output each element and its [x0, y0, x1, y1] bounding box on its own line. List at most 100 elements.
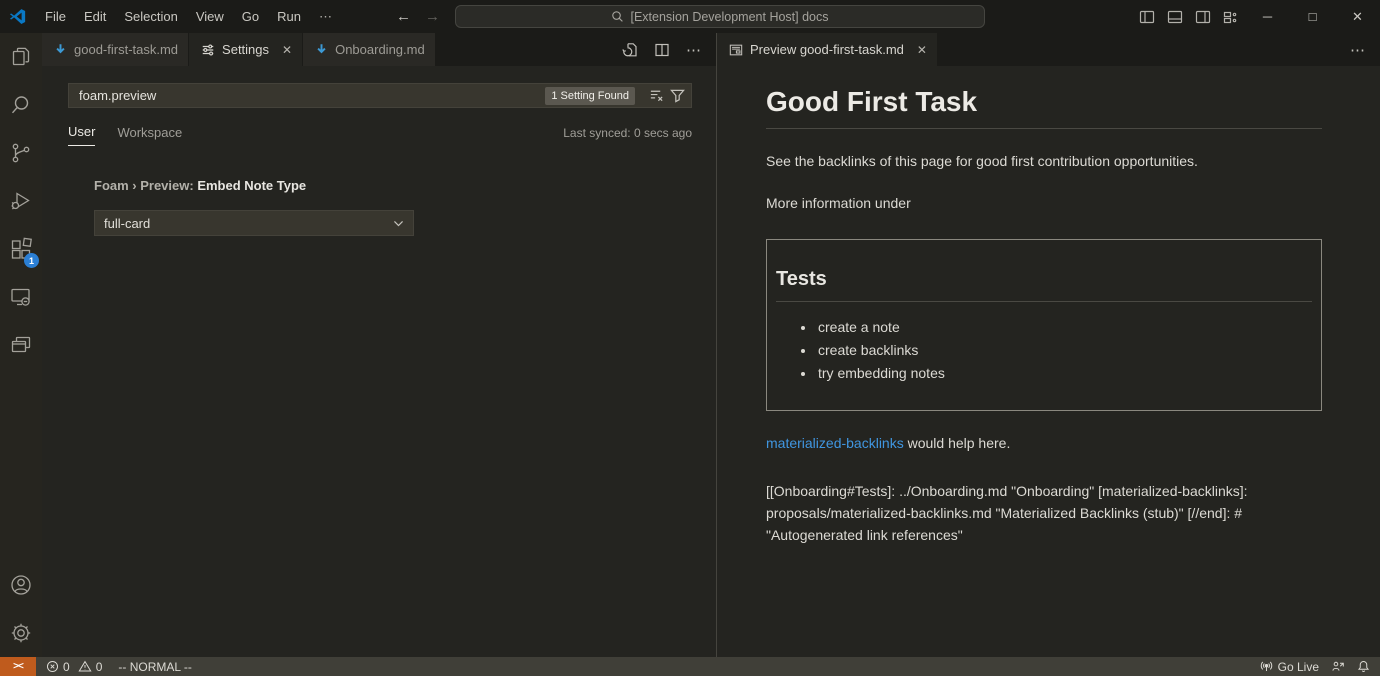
- tab-good-first-task[interactable]: good-first-task.md: [42, 33, 189, 66]
- broadcast-icon: [1260, 660, 1273, 673]
- embedded-note-card: Tests create a note create backlinks try…: [766, 239, 1322, 411]
- more-info-paragraph: More information under: [766, 193, 1322, 213]
- vscode-logo-icon: [9, 8, 26, 25]
- link-references-paragraph: [[Onboarding#Tests]: ../Onboarding.md "O…: [766, 480, 1322, 547]
- workbench: 1 good-first-task.md: [0, 33, 1380, 657]
- list-item: try embedding notes: [816, 362, 1312, 385]
- activity-bar: 1: [0, 33, 42, 657]
- activity-bar-spacer: [0, 369, 42, 561]
- menu-more-icon[interactable]: ⋯: [310, 9, 342, 25]
- editor-actions-left: ⋯: [622, 33, 716, 66]
- toggle-panel-icon[interactable]: [1161, 0, 1189, 33]
- title-divider: [766, 128, 1322, 129]
- editor-actions-right: ⋯: [1350, 33, 1380, 66]
- settings-gear-icon[interactable]: [0, 609, 42, 657]
- remote-indicator[interactable]: ><: [0, 657, 36, 676]
- notifications-bell-icon[interactable]: [1357, 660, 1370, 673]
- live-share-icon[interactable]: [1331, 660, 1345, 673]
- menu-file[interactable]: File: [36, 9, 75, 24]
- command-center-label: [Extension Development Host] docs: [630, 10, 828, 24]
- setting-category: Foam › Preview:: [94, 178, 197, 193]
- settings-scope-row: User Workspace Last synced: 0 secs ago: [68, 124, 692, 146]
- markdown-preview: Good First Task See the backlinks of thi…: [717, 66, 1380, 547]
- go-live-label: Go Live: [1278, 660, 1319, 674]
- setting-name: Embed Note Type: [197, 178, 306, 193]
- tab-label: Settings: [222, 42, 269, 57]
- remote-explorer-icon[interactable]: [0, 273, 42, 321]
- command-center-search[interactable]: [Extension Development Host] docs: [455, 5, 985, 28]
- open-settings-json-icon[interactable]: [622, 42, 638, 58]
- tab-label: good-first-task.md: [74, 42, 178, 57]
- search-icon: [611, 10, 624, 23]
- maximize-window-icon[interactable]: □: [1290, 0, 1335, 33]
- minimize-window-icon[interactable]: ─: [1245, 0, 1290, 33]
- menu-run[interactable]: Run: [268, 9, 310, 24]
- backlink-paragraph: materialized-backlinks would help here.: [766, 433, 1322, 453]
- markdown-file-icon: [54, 43, 67, 56]
- menu-go[interactable]: Go: [233, 9, 268, 24]
- list-item: create backlinks: [816, 339, 1312, 362]
- setting-item-embed-note-type: Foam › Preview: Embed Note Type full-car…: [94, 178, 692, 236]
- toggle-sidebar-icon[interactable]: [1133, 0, 1161, 33]
- last-synced-label: Last synced: 0 secs ago: [563, 126, 692, 146]
- menu-view[interactable]: View: [187, 9, 233, 24]
- extensions-badge: 1: [24, 253, 39, 268]
- backlink-suffix: would help here.: [904, 435, 1011, 451]
- intro-paragraph: See the backlinks of this page for good …: [766, 151, 1322, 171]
- preview-title: Good First Task: [766, 85, 1322, 119]
- settings-search-input[interactable]: [77, 87, 545, 104]
- source-control-icon[interactable]: [0, 129, 42, 177]
- error-count: 0: [63, 660, 70, 674]
- filter-settings-icon[interactable]: [670, 88, 685, 103]
- menu-selection[interactable]: Selection: [115, 9, 186, 24]
- vim-mode-indicator[interactable]: -- NORMAL --: [118, 660, 192, 674]
- split-editor-icon[interactable]: [654, 42, 670, 58]
- customize-layout-icon[interactable]: [1217, 0, 1245, 33]
- tabstrip-left: good-first-task.md Settings ✕ Onboarding…: [42, 33, 716, 66]
- editor-group-left: good-first-task.md Settings ✕ Onboarding…: [42, 33, 716, 657]
- menu-edit[interactable]: Edit: [75, 9, 115, 24]
- close-window-icon[interactable]: ✕: [1335, 0, 1380, 33]
- extensions-icon[interactable]: 1: [0, 225, 42, 273]
- explorer-icon[interactable]: [0, 33, 42, 81]
- editor-area: good-first-task.md Settings ✕ Onboarding…: [42, 33, 1380, 657]
- problems-indicator[interactable]: 0 0: [46, 660, 102, 674]
- settings-result-count-badge: 1 Setting Found: [545, 87, 635, 105]
- materialized-backlinks-link[interactable]: materialized-backlinks: [766, 435, 904, 451]
- go-live-button[interactable]: Go Live: [1260, 660, 1319, 674]
- close-tab-icon[interactable]: ✕: [917, 43, 927, 57]
- title-bar: File Edit Selection View Go Run ⋯ ← → [E…: [0, 0, 1380, 33]
- editor-windows-icon[interactable]: [0, 321, 42, 369]
- nav-forward-icon[interactable]: →: [425, 8, 440, 25]
- nav-back-icon[interactable]: ←: [396, 8, 411, 25]
- settings-sliders-icon: [201, 43, 215, 57]
- list-item: create a note: [816, 316, 1312, 339]
- close-tab-icon[interactable]: ✕: [282, 43, 292, 57]
- tab-settings[interactable]: Settings ✕: [189, 33, 303, 66]
- embed-note-list: create a note create backlinks try embed…: [776, 316, 1312, 384]
- scope-tab-workspace[interactable]: Workspace: [117, 125, 182, 146]
- select-value: full-card: [104, 216, 150, 231]
- markdown-preview-icon: [729, 43, 743, 57]
- setting-title: Foam › Preview: Embed Note Type: [94, 178, 692, 193]
- chevron-down-icon: [392, 217, 405, 230]
- more-actions-icon[interactable]: ⋯: [1350, 41, 1366, 59]
- accounts-icon[interactable]: [0, 561, 42, 609]
- tab-preview-good-first-task[interactable]: Preview good-first-task.md ✕: [717, 33, 938, 66]
- search-view-icon[interactable]: [0, 81, 42, 129]
- embed-note-type-select[interactable]: full-card: [94, 210, 414, 236]
- tabstrip-right: Preview good-first-task.md ✕ ⋯: [717, 33, 1380, 66]
- editor-group-right: Preview good-first-task.md ✕ ⋯ Good Firs…: [716, 33, 1380, 657]
- tab-label: Preview good-first-task.md: [750, 42, 904, 57]
- scope-tab-user[interactable]: User: [68, 124, 95, 146]
- more-actions-icon[interactable]: ⋯: [686, 41, 702, 59]
- embed-title-divider: [776, 301, 1312, 302]
- markdown-file-icon: [315, 43, 328, 56]
- status-bar: >< 0 0 -- NORMAL -- Go Live: [0, 657, 1380, 676]
- tab-onboarding[interactable]: Onboarding.md: [303, 33, 436, 66]
- error-icon: [46, 660, 59, 673]
- warning-icon: [78, 660, 92, 673]
- toggle-secondary-sidebar-icon[interactable]: [1189, 0, 1217, 33]
- run-debug-icon[interactable]: [0, 177, 42, 225]
- clear-settings-search-icon[interactable]: [649, 88, 664, 103]
